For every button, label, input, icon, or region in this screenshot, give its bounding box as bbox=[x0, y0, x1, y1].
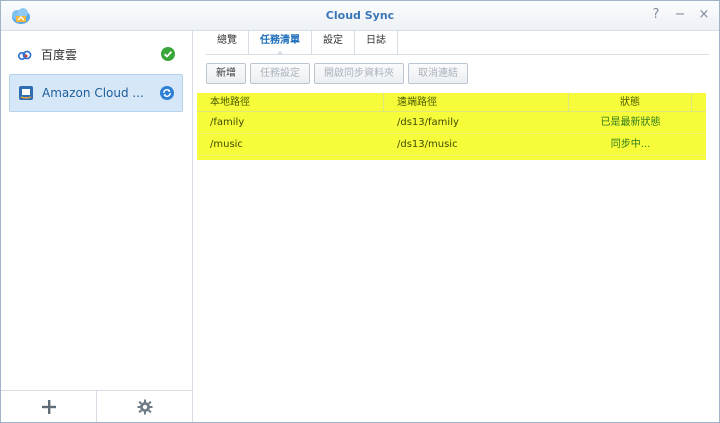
sync-icon bbox=[160, 86, 174, 100]
amazon-cloud-drive-icon bbox=[19, 86, 33, 100]
tab-overview[interactable]: 總覽 bbox=[206, 31, 249, 54]
plus-icon bbox=[41, 399, 56, 414]
baidu-cloud-icon bbox=[17, 50, 32, 61]
task-settings-button[interactable]: 任務設定 bbox=[250, 63, 310, 84]
sidebar: 百度雲 Amazon Cloud ... bbox=[1, 31, 193, 422]
close-icon[interactable]: × bbox=[697, 7, 711, 23]
tab-task-list[interactable]: 任務清單 bbox=[249, 31, 312, 55]
tab-bar: 總覽 任務清單 設定 日誌 bbox=[206, 31, 709, 55]
table-header: 本地路徑 遠端路徑 狀態 bbox=[197, 93, 706, 112]
remote-path-cell: /ds13/family bbox=[397, 117, 459, 128]
settings-button[interactable] bbox=[96, 391, 192, 422]
open-sync-folder-button[interactable]: 開啟同步資料夾 bbox=[314, 63, 404, 84]
title-bar: Cloud Sync ? − × bbox=[1, 1, 719, 31]
sidebar-footer bbox=[1, 390, 192, 422]
toolbar: 新增 任務設定 開啟同步資料夾 取消連結 bbox=[206, 63, 468, 84]
local-path-cell: /music bbox=[210, 139, 243, 150]
table-row[interactable]: /family /ds13/family 已是最新狀態 bbox=[197, 112, 706, 134]
table-row[interactable]: /music /ds13/music 同步中... bbox=[197, 134, 706, 156]
column-header-remote-path[interactable]: 遠端路徑 bbox=[384, 93, 569, 111]
status-cell: 同步中... bbox=[610, 139, 651, 150]
cloud-sync-window: Cloud Sync ? − × 百度雲 Amazon Cloud ... 總覽… bbox=[0, 0, 720, 423]
column-header-local-path[interactable]: 本地路徑 bbox=[197, 93, 384, 111]
tab-log[interactable]: 日誌 bbox=[355, 31, 398, 54]
main-panel: 總覽 任務清單 設定 日誌 新增 任務設定 開啟同步資料夾 取消連結 本地路徑 … bbox=[194, 31, 719, 422]
column-header-status[interactable]: 狀態 bbox=[569, 93, 692, 111]
tab-settings[interactable]: 設定 bbox=[312, 31, 355, 54]
status-cell: 已是最新狀態 bbox=[600, 117, 661, 128]
remote-path-cell: /ds13/music bbox=[397, 139, 458, 150]
local-path-cell: /family bbox=[210, 117, 245, 128]
sidebar-item-label: Amazon Cloud ... bbox=[42, 86, 144, 100]
add-button[interactable] bbox=[1, 391, 96, 422]
sidebar-item-amazon[interactable]: Amazon Cloud ... bbox=[9, 74, 183, 112]
sidebar-item-label: 百度雲 bbox=[41, 47, 78, 62]
new-button[interactable]: 新增 bbox=[206, 63, 246, 84]
window-title: Cloud Sync bbox=[325, 9, 395, 22]
check-circle-icon bbox=[161, 47, 175, 61]
task-table: 本地路徑 遠端路徑 狀態 /family /ds13/family 已是最新狀態… bbox=[197, 93, 706, 160]
minimize-icon[interactable]: − bbox=[673, 7, 687, 23]
unlink-button[interactable]: 取消連結 bbox=[408, 63, 468, 84]
gear-icon bbox=[137, 399, 152, 414]
help-icon[interactable]: ? bbox=[649, 7, 663, 23]
sidebar-item-baidu[interactable]: 百度雲 bbox=[9, 35, 183, 73]
